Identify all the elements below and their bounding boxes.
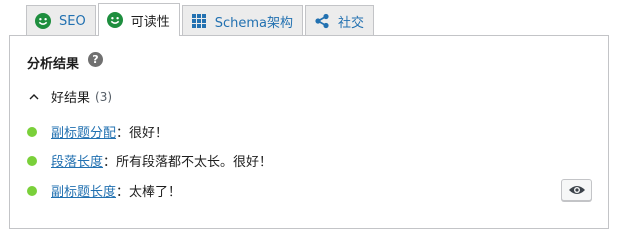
eye-icon xyxy=(568,181,586,200)
panel-heading: 分析结果 xyxy=(27,57,80,72)
result-text: ：很好！ xyxy=(116,126,169,141)
chevron-up-icon xyxy=(27,90,41,104)
share-icon xyxy=(314,13,330,29)
good-status-dot xyxy=(27,185,37,196)
good-status-dot xyxy=(27,126,37,137)
good-results-toggle[interactable]: 好结果 (3) xyxy=(27,87,112,106)
result-link-subheading-distribution[interactable]: 副标题分配 xyxy=(51,122,116,141)
result-item: 副标题长度 ：太棒了！ xyxy=(27,181,181,200)
result-link-subheading-length[interactable]: 副标题长度 xyxy=(51,181,116,200)
result-link-paragraph-length[interactable]: 段落长度 xyxy=(51,151,103,170)
readability-metabox: SEO 可读性 Schema架构 社交 分析结果 ? 好结果 (3) 副标题分配… xyxy=(0,0,618,242)
readability-smiley-icon xyxy=(106,12,123,28)
good-results-label: 好结果 xyxy=(51,91,91,106)
result-item: 副标题分配 ：很好！ xyxy=(27,122,168,141)
schema-grid-icon xyxy=(191,13,207,29)
help-icon[interactable]: ? xyxy=(88,52,103,67)
tab-schema[interactable]: Schema架构 xyxy=(181,5,303,36)
tab-readability[interactable]: 可读性 xyxy=(97,3,180,36)
tab-seo[interactable]: SEO xyxy=(26,5,96,36)
analysis-tabs: SEO 可读性 Schema架构 社交 xyxy=(26,3,376,36)
good-results-count: (3) xyxy=(95,89,113,104)
highlight-toggle-button[interactable] xyxy=(561,179,592,201)
tab-social-label: 社交 xyxy=(338,15,365,31)
tab-readability-label: 可读性 xyxy=(130,14,170,30)
result-text: ：太棒了！ xyxy=(116,185,182,200)
tab-social[interactable]: 社交 xyxy=(305,5,375,36)
result-item: 段落长度 ：所有段落都不太长。很好！ xyxy=(27,151,272,170)
tab-schema-label: Schema架构 xyxy=(214,15,293,31)
good-status-dot xyxy=(27,155,37,166)
seo-smiley-icon xyxy=(35,13,51,29)
result-text: ：所有段落都不太长。很好！ xyxy=(103,155,273,170)
tab-seo-label: SEO xyxy=(59,13,86,29)
analysis-panel: 分析结果 ? 好结果 (3) 副标题分配 ：很好！ 段落长度 ：所有段落都不太长… xyxy=(9,35,609,229)
